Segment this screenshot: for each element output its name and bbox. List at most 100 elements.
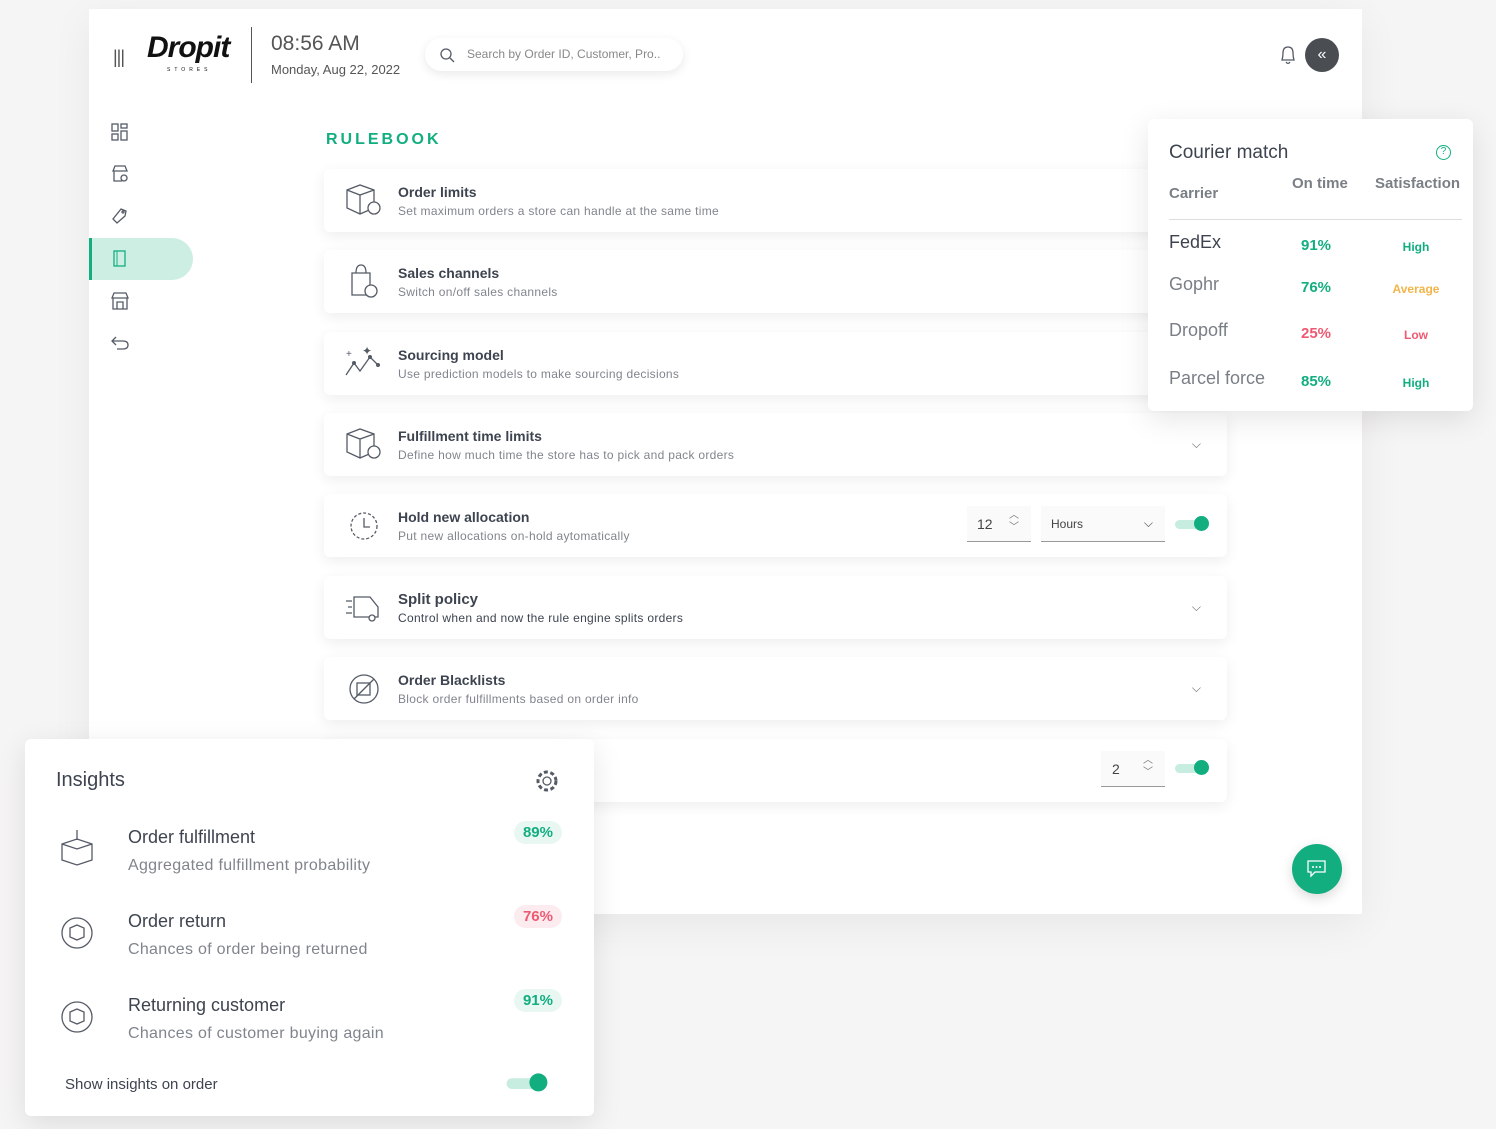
chevron-down-icon: ⌵ — [1143, 516, 1153, 530]
return-box-icon — [61, 917, 93, 949]
col-header: On time — [1292, 175, 1348, 192]
search-input[interactable]: Search by Order ID, Customer, Pro.. — [425, 38, 683, 71]
on-time-value: 76% — [1301, 279, 1332, 296]
divider — [251, 27, 252, 83]
insight-title: Order fulfillment — [128, 827, 256, 847]
undo-icon[interactable] — [111, 334, 129, 352]
insight-percentage-badge: 89% — [513, 821, 562, 844]
delivery-truck-icon — [346, 596, 379, 622]
rule-sales-channels[interactable]: Sales channels Switch on/off sales channe… — [324, 250, 1227, 313]
rulebook-icon[interactable] — [111, 250, 129, 268]
stepper-value: 2 — [1112, 761, 1120, 777]
svg-text:+: + — [346, 349, 352, 360]
box-download-icon — [61, 830, 93, 866]
value-stepper[interactable]: 2 ︿ ﹀ — [1101, 751, 1165, 787]
user-avatar[interactable]: « — [1305, 38, 1339, 72]
rule-title: Fulfillment time limits — [398, 428, 542, 444]
sidebar-active-highlight — [89, 238, 193, 280]
chevron-down-icon[interactable]: ⌵ — [1192, 681, 1201, 696]
on-time-value: 91% — [1301, 237, 1332, 254]
rule-subtitle: Define how much time the store has to pi… — [398, 448, 735, 462]
stepper-arrows-icon[interactable]: ︿ ﹀ — [1143, 755, 1153, 779]
chat-button[interactable] — [1292, 844, 1342, 894]
store-icon[interactable] — [111, 292, 129, 310]
rule-title: Hold new allocation — [398, 509, 530, 525]
logo: Dropit — [147, 31, 230, 64]
rule-subtitle: Switch on/off sales channels — [398, 285, 558, 299]
chevron-down-icon[interactable]: ⌵ — [1192, 437, 1201, 452]
panel-title: Insights — [56, 769, 125, 791]
rule-toggle[interactable] — [1175, 760, 1209, 776]
carrier-name: Dropoff — [1169, 320, 1228, 340]
clock-time: 08:56 AM — [271, 32, 360, 55]
box-clock-icon — [346, 428, 381, 459]
carrier-name: Gophr — [1169, 274, 1220, 294]
help-icon[interactable]: ? — [1436, 145, 1451, 160]
svg-text:✦: ✦ — [362, 345, 372, 358]
chevron-down-icon[interactable]: ⌵ — [1192, 600, 1201, 615]
rule-title: Order limits — [398, 184, 477, 200]
col-header: Satisfaction — [1375, 175, 1461, 192]
satisfaction-value: High — [1402, 240, 1430, 254]
show-insights-label: Show insights on order — [65, 1076, 218, 1093]
insight-subtitle: Chances of customer buying again — [128, 1025, 384, 1042]
insight-subtitle: Chances of order being returned — [128, 941, 368, 958]
bell-icon[interactable] — [1278, 44, 1298, 66]
show-insights-toggle[interactable] — [506, 1073, 548, 1092]
insight-title: Order return — [128, 911, 227, 931]
hold-unit-select[interactable]: Hours ⌵ — [1041, 506, 1165, 542]
rule-order-limits[interactable]: Order limits Set maximum orders a store c… — [324, 169, 1227, 232]
rule-subtitle: Put new allocations on-hold aytomaticall… — [398, 529, 630, 543]
rule-order-blacklists[interactable]: Order Blacklists Block order fulfillments… — [324, 657, 1227, 720]
rule-subtitle: Block order fulfillments based on order … — [398, 692, 639, 706]
satisfaction-value: High — [1402, 376, 1430, 390]
on-time-value: 85% — [1301, 373, 1332, 390]
rule-subtitle: Use prediction models to make sourcing d… — [398, 367, 680, 381]
menu-icon[interactable]: ||| — [113, 47, 125, 68]
rule-subtitle: Control when and now the rule engine spl… — [398, 611, 684, 625]
settings-gear-icon[interactable] — [534, 768, 560, 794]
blocked-box-icon — [349, 674, 379, 704]
rule-title: Order Blacklists — [398, 672, 506, 688]
rule-split-policy[interactable]: Split policy Control when and now the rul… — [324, 576, 1227, 639]
page-title: RULEBOOK — [326, 131, 442, 148]
rule-title: Split policy — [398, 591, 479, 608]
clock-date: Monday, Aug 22, 2022 — [271, 62, 401, 77]
rule-hold-new-allocation[interactable]: Hold new allocation Put new allocations o… — [324, 494, 1227, 557]
stepper-value: 12 — [977, 516, 993, 532]
insight-percentage-badge: 91% — [513, 989, 562, 1012]
hold-allocation-toggle[interactable] — [1175, 516, 1209, 532]
rule-title: Sourcing model — [398, 347, 504, 363]
insights-panel: Insights Order fulfillment Aggregated fu… — [25, 739, 594, 1116]
col-header: Carrier — [1169, 185, 1219, 202]
logo-sub: STORES — [167, 67, 212, 73]
rule-fulfillment-time-limits[interactable]: Fulfillment time limits Define how much t… — [324, 413, 1227, 476]
insight-percentage-badge: 76% — [513, 905, 562, 928]
rule-sourcing-model[interactable]: + ✦ Sourcing model Use prediction models t… — [324, 332, 1227, 395]
insight-title: Returning customer — [128, 995, 286, 1015]
rule-subtitle: Set maximum orders a store can handle at… — [398, 204, 720, 218]
returning-customer-icon — [61, 1001, 93, 1033]
shopping-bag-icon — [351, 264, 378, 298]
select-value: Hours — [1051, 517, 1084, 531]
timer-icon — [350, 512, 378, 540]
satisfaction-value: Average — [1392, 282, 1440, 296]
hold-duration-stepper[interactable]: 12 ︿ ﹀ — [967, 506, 1031, 542]
on-time-value: 25% — [1301, 325, 1332, 342]
chat-icon — [1307, 860, 1326, 878]
stepper-arrows-icon[interactable]: ︿ ﹀ — [1009, 510, 1019, 534]
dashboard-icon[interactable] — [111, 123, 129, 141]
satisfaction-value: Low — [1404, 328, 1428, 342]
search-placeholder: Search by Order ID, Customer, Pro.. — [467, 47, 661, 61]
divider — [1169, 219, 1462, 220]
courier-match-panel: Courier match ? Carrier On time Satisfac… — [1148, 119, 1473, 411]
carrier-name: Parcel force — [1169, 368, 1266, 388]
insight-subtitle: Aggregated fulfillment probability — [128, 857, 371, 874]
store-settings-icon[interactable] — [111, 165, 129, 183]
prediction-chart-icon: + ✦ — [345, 345, 380, 376]
tag-icon[interactable] — [111, 207, 129, 225]
carrier-name: FedEx — [1169, 232, 1222, 252]
panel-title: Courier match — [1169, 142, 1289, 163]
search-icon — [440, 48, 455, 63]
box-upload-icon — [346, 184, 381, 215]
